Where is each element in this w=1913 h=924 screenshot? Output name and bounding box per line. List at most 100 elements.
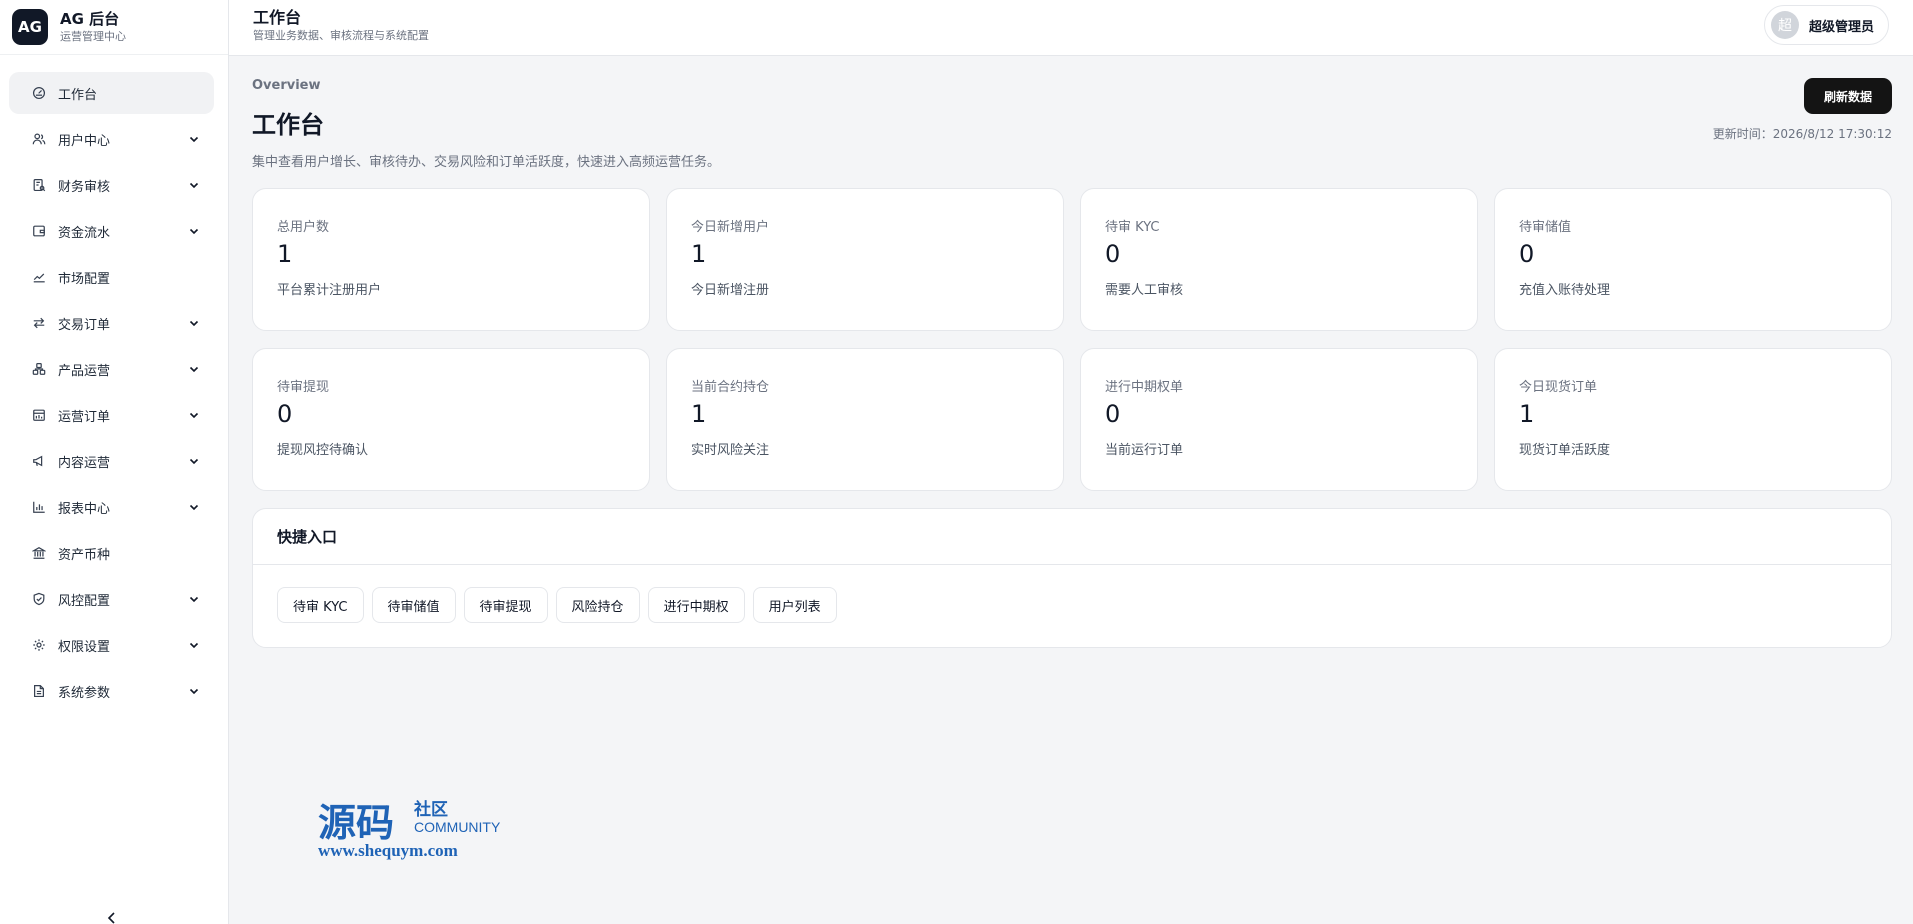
stat-label: 总用户数 xyxy=(277,220,330,235)
sidebar-item-ops-orders[interactable]: 运营订单 xyxy=(9,394,214,436)
quick-active-options-button[interactable]: 进行中期权 xyxy=(647,587,745,623)
sidebar-item-asset-currency[interactable]: 资产币种 xyxy=(9,532,214,574)
megaphone-icon xyxy=(32,454,46,468)
stat-value: 0 xyxy=(1105,240,1121,268)
dashboard-icon xyxy=(32,86,46,100)
sidebar-item-label: 资金流水 xyxy=(58,225,111,241)
finance-review-icon xyxy=(32,178,46,192)
sidebar-item-risk-config[interactable]: 风控配置 xyxy=(9,578,214,620)
chevron-down-icon xyxy=(189,504,199,511)
sidebar-item-system-params[interactable]: 系统参数 xyxy=(9,670,214,712)
stat-label: 待审提现 xyxy=(277,380,330,395)
sidebar-item-label: 用户中心 xyxy=(58,133,111,149)
quick-pending-withdrawal-button[interactable]: 待审提现 xyxy=(463,587,548,623)
trend-icon xyxy=(32,270,46,284)
stat-card-pending-kyc: 待审 KYC 0 需要人工审核 xyxy=(1080,188,1478,331)
brand-logo: AG xyxy=(12,9,48,45)
sidebar-item-label: 交易订单 xyxy=(58,317,111,333)
stat-value: 1 xyxy=(691,240,707,268)
watermark-logo: 源码 社区 COMMUNITY www.shequym.com xyxy=(318,799,501,860)
stat-card-spot-orders-today: 今日现货订单 1 现货订单活跃度 xyxy=(1494,348,1892,491)
stat-value: 0 xyxy=(1519,240,1535,268)
calendar-icon xyxy=(32,408,46,422)
stat-note: 实时风险关注 xyxy=(691,443,770,458)
sidebar-item-label: 报表中心 xyxy=(58,501,111,517)
sidebar-item-trade-orders[interactable]: 交易订单 xyxy=(9,302,214,344)
user-name: 超级管理员 xyxy=(1808,19,1874,35)
sidebar-nav: 工作台 用户中心 财务审核 资金流水 市场配置 交易订单 产品运营 运营订单 内… xyxy=(0,55,228,712)
page-description: 集中查看用户增长、审核待办、交易风险和订单活跃度，快速进入高频运营任务。 xyxy=(252,155,721,170)
sidebar-item-label: 财务审核 xyxy=(58,179,111,195)
stat-card-total-users: 总用户数 1 平台累计注册用户 xyxy=(252,188,650,331)
quick-pending-deposit-button[interactable]: 待审储值 xyxy=(371,587,456,623)
sidebar-item-label: 工作台 xyxy=(58,87,98,103)
topbar: 工作台 管理业务数据、审核流程与系统配置 超 超级管理员 xyxy=(229,0,1913,56)
gear-icon xyxy=(32,638,46,652)
sidebar-item-dashboard[interactable]: 工作台 xyxy=(9,72,214,114)
stat-label: 待审 KYC xyxy=(1105,220,1160,235)
sidebar-item-product-ops[interactable]: 产品运营 xyxy=(9,348,214,390)
quick-entry-panel: 快捷入口 待审 KYC 待审储值 待审提现 风险持仓 进行中期权 用户列表 xyxy=(252,508,1892,648)
avatar: 超 xyxy=(1770,11,1799,39)
stat-note: 充值入账待处理 xyxy=(1519,283,1611,298)
sidebar-item-fund-flow[interactable]: 资金流水 xyxy=(9,210,214,252)
stat-card-contract-positions: 当前合约持仓 1 实时风险关注 xyxy=(666,348,1064,491)
user-menu[interactable]: 超 超级管理员 xyxy=(1763,5,1889,45)
main-content: Overview 工作台 集中查看用户增长、审核待办、交易风险和订单活跃度，快速… xyxy=(229,56,1913,924)
watermark-url: www.shequym.com xyxy=(318,841,458,860)
sidebar-item-label: 市场配置 xyxy=(58,271,111,287)
stat-note: 当前运行订单 xyxy=(1105,443,1184,458)
sidebar-item-permissions[interactable]: 权限设置 xyxy=(9,624,214,666)
stat-card-active-options: 进行中期权单 0 当前运行订单 xyxy=(1080,348,1478,491)
brand-name: AG 后台 xyxy=(60,10,120,28)
stat-note: 需要人工审核 xyxy=(1105,283,1184,298)
stat-label: 今日新增用户 xyxy=(691,220,770,235)
document-icon xyxy=(32,684,46,698)
stat-value: 0 xyxy=(1105,400,1121,428)
chevron-down-icon xyxy=(189,228,199,235)
sidebar-item-label: 系统参数 xyxy=(58,685,111,701)
sidebar-item-label: 运营订单 xyxy=(58,409,111,425)
stats-grid: 总用户数 1 平台累计注册用户 今日新增用户 1 今日新增注册 待审 KYC 0… xyxy=(252,188,1892,491)
brand: AG AG 后台 运营管理中心 xyxy=(0,0,228,55)
stat-note: 平台累计注册用户 xyxy=(277,283,382,298)
brand-subtitle: 运营管理中心 xyxy=(60,30,126,43)
watermark-text-large: 源码 xyxy=(318,801,394,845)
topbar-title: 工作台 xyxy=(253,8,302,27)
chevron-down-icon xyxy=(189,688,199,695)
swap-icon xyxy=(32,316,46,330)
stat-note: 提现风控待确认 xyxy=(277,443,369,458)
quick-risk-positions-button[interactable]: 风险持仓 xyxy=(555,587,640,623)
chevron-down-icon xyxy=(189,642,199,649)
sidebar-item-finance-review[interactable]: 财务审核 xyxy=(9,164,214,206)
sidebar-item-label: 风控配置 xyxy=(58,593,111,609)
stat-label: 今日现货订单 xyxy=(1519,380,1598,395)
sidebar-item-label: 权限设置 xyxy=(58,639,111,655)
sidebar-item-content-ops[interactable]: 内容运营 xyxy=(9,440,214,482)
stat-card-pending-deposit: 待审储值 0 充值入账待处理 xyxy=(1494,188,1892,331)
chevron-down-icon xyxy=(189,458,199,465)
stat-value: 1 xyxy=(691,400,707,428)
sidebar-item-user-center[interactable]: 用户中心 xyxy=(9,118,214,160)
users-icon xyxy=(32,132,46,146)
product-icon xyxy=(32,362,46,376)
sidebar: AG AG 后台 运营管理中心 工作台 用户中心 财务审核 资金流水 市场配置 xyxy=(0,0,229,924)
stat-note: 今日新增注册 xyxy=(691,283,770,298)
collapse-sidebar-icon[interactable] xyxy=(104,910,120,924)
quick-pending-kyc-button[interactable]: 待审 KYC xyxy=(277,587,364,623)
stat-label: 进行中期权单 xyxy=(1105,380,1184,395)
stat-label: 当前合约持仓 xyxy=(691,380,770,395)
chevron-down-icon xyxy=(189,412,199,419)
page-eyebrow: Overview xyxy=(252,78,321,93)
chevron-down-icon xyxy=(189,182,199,189)
refresh-button[interactable]: 刷新数据 xyxy=(1804,78,1892,114)
wallet-icon xyxy=(32,224,46,238)
stat-label: 待审储值 xyxy=(1519,220,1572,235)
sidebar-item-reports[interactable]: 报表中心 xyxy=(9,486,214,528)
sidebar-item-market-config[interactable]: 市场配置 xyxy=(9,256,214,298)
chevron-down-icon xyxy=(189,596,199,603)
chevron-down-icon xyxy=(189,136,199,143)
sidebar-item-label: 内容运营 xyxy=(58,455,111,471)
page-title: 工作台 xyxy=(252,111,324,139)
quick-user-list-button[interactable]: 用户列表 xyxy=(752,587,837,623)
